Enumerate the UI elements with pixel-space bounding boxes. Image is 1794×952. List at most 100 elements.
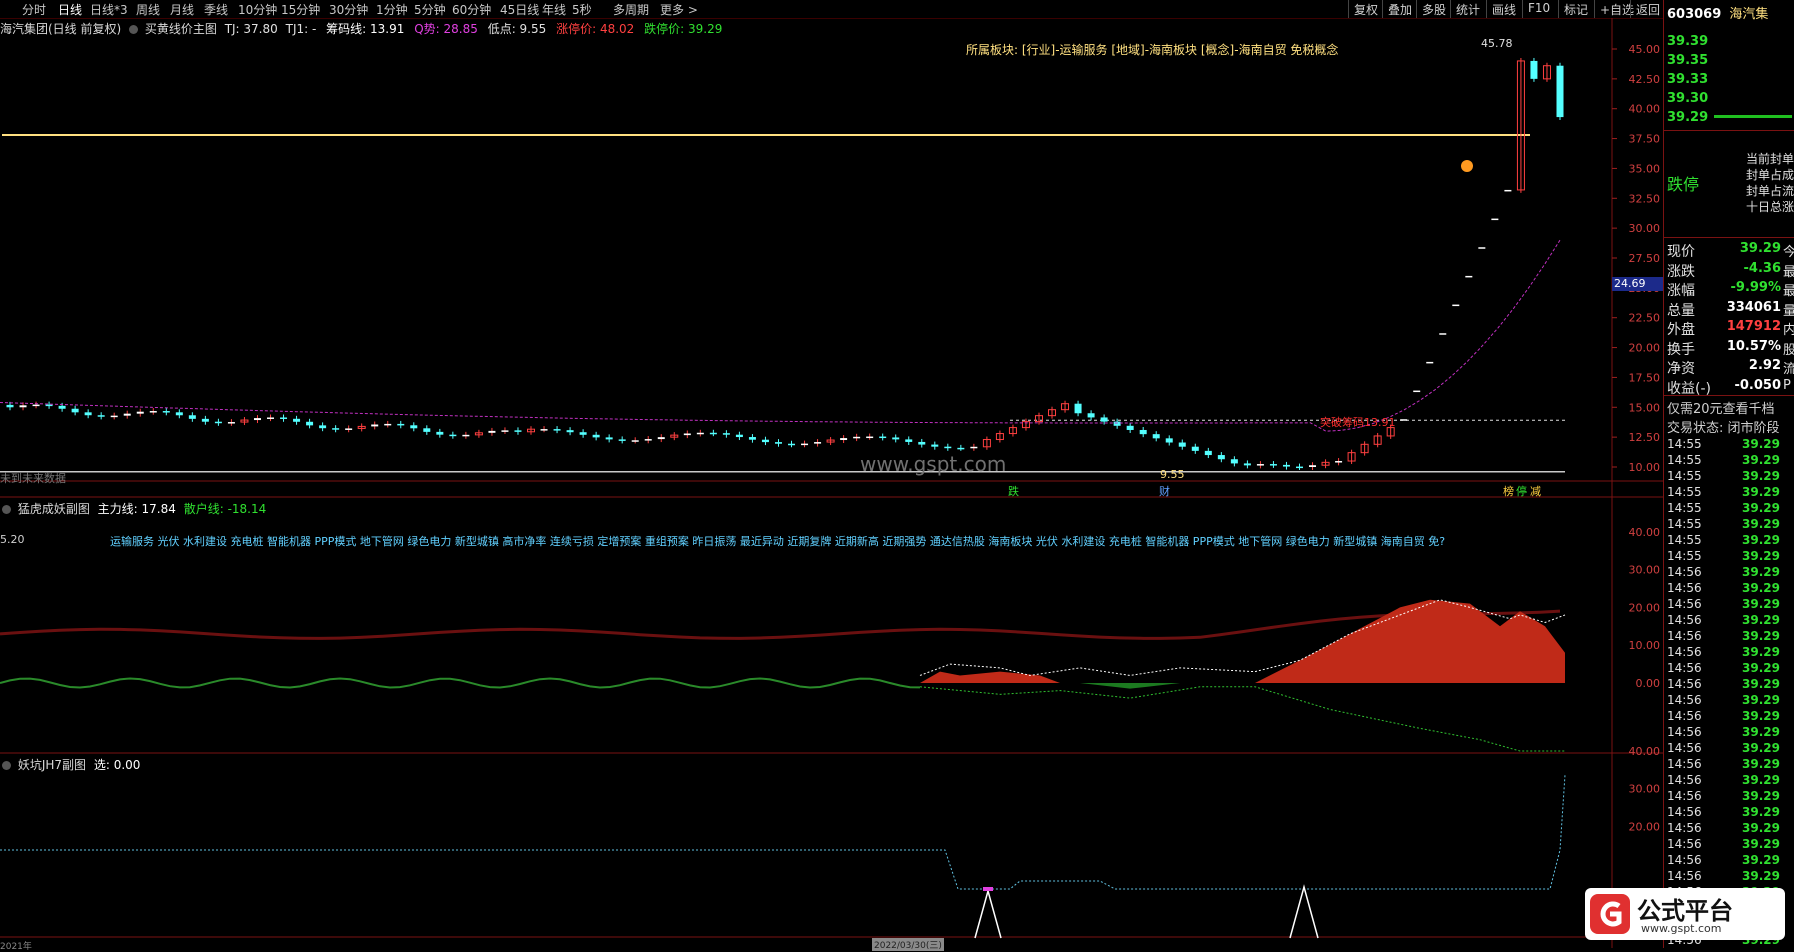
price-axis-label: 27.50 — [1629, 252, 1661, 265]
candle-body — [110, 415, 118, 418]
event-mark-drop[interactable]: 跌 — [1008, 483, 1019, 499]
quote-extra: 最 — [1783, 280, 1794, 299]
candle-body — [1074, 403, 1082, 414]
tick-time: 14:56 — [1667, 709, 1702, 723]
period-tab-13[interactable]: 年线 — [542, 1, 566, 18]
period-tab-12[interactable]: 45日线 — [500, 1, 539, 18]
toolbar-button-7[interactable]: +自选 — [1594, 0, 1634, 18]
bottom-date-label: 2022/03/30(三) — [872, 938, 944, 951]
toolbar-button-0[interactable]: 复权 — [1348, 0, 1383, 18]
candle-body — [1282, 464, 1290, 467]
tick-time: 14:56 — [1667, 661, 1702, 675]
candle-body — [136, 411, 144, 414]
candle-body — [1100, 417, 1108, 422]
toolbar-button-6[interactable]: 标记 — [1558, 0, 1595, 18]
event-mark-halt[interactable]: 停 — [1516, 483, 1527, 499]
candle-body — [1491, 218, 1499, 221]
candle-body — [814, 442, 822, 444]
indicator-dropdown-icon[interactable] — [129, 25, 139, 34]
quote-value: 39.29 — [1739, 241, 1781, 256]
subchart2-title[interactable]: 妖坑JH7副图 — [18, 758, 86, 772]
tick-time: 14:56 — [1667, 757, 1702, 771]
candle-body — [631, 440, 639, 442]
price-axis-label: 42.50 — [1629, 73, 1661, 86]
period-tab-1[interactable]: 日线 — [58, 1, 82, 18]
promo-text[interactable]: 仅需20元查看千档 — [1667, 398, 1775, 417]
candle-body — [1230, 459, 1238, 464]
period-tab-16[interactable]: 更多 > — [660, 1, 698, 18]
toolbar-button-5[interactable]: F10 — [1522, 0, 1559, 18]
candle-body — [944, 446, 952, 449]
seal-line: 封单占流 — [1746, 184, 1794, 198]
period-tab-15[interactable]: 多周期 — [613, 1, 649, 18]
tick-time: 14:56 — [1667, 725, 1702, 739]
event-mark-rank[interactable]: 榜 — [1503, 483, 1514, 499]
period-tab-7[interactable]: 15分钟 — [281, 1, 320, 18]
period-tab-6[interactable]: 10分钟 — [238, 1, 277, 18]
tick-price: 39.29 — [1742, 725, 1780, 739]
quote-value: 10.57% — [1726, 338, 1781, 354]
tick-price: 39.29 — [1742, 629, 1780, 643]
event-mark-finance[interactable]: 财 — [1159, 483, 1170, 499]
logo-text: 公式平台 — [1637, 897, 1733, 925]
candle-body — [397, 423, 405, 426]
tick-price: 39.29 — [1742, 533, 1780, 547]
tick-time: 14:56 — [1667, 645, 1702, 659]
period-tab-3[interactable]: 周线 — [136, 1, 160, 18]
subchart1-title[interactable]: 猛虎成妖副图 — [18, 502, 90, 516]
candle-body — [175, 412, 183, 416]
tick-time: 14:56 — [1667, 629, 1702, 643]
retail-line — [0, 677, 921, 689]
subchart1-left-value: 5.20 — [0, 533, 25, 546]
subchart2-dropdown-icon[interactable] — [2, 761, 11, 770]
event-mark-reduce[interactable]: 减 — [1530, 483, 1541, 499]
period-tab-9[interactable]: 1分钟 — [376, 1, 408, 18]
tick-time: 14:55 — [1667, 469, 1702, 483]
price-axis-label: 32.50 — [1629, 192, 1661, 205]
period-tab-10[interactable]: 5分钟 — [414, 1, 446, 18]
period-tab-5[interactable]: 季线 — [204, 1, 228, 18]
toolbar-button-1[interactable]: 叠加 — [1382, 0, 1417, 18]
tick-price: 39.29 — [1742, 581, 1780, 595]
tick-time: 14:56 — [1667, 821, 1702, 835]
price-axis-label: 17.50 — [1629, 371, 1661, 384]
candle-body — [566, 430, 574, 433]
period-toolbar: 分时 日线 日线*3 周线 月线 季线 10分钟 15分钟 30分钟 1分钟 5分钟 60分钟 45日线… — [0, 0, 1794, 19]
toolbar-button-4[interactable]: 画线 — [1486, 0, 1523, 18]
subchart1-dropdown-icon[interactable] — [2, 505, 11, 514]
toolbar-button-8[interactable]: 返回 — [1630, 0, 1664, 18]
sub1-axis-label: 0.00 — [1636, 677, 1661, 690]
toolbar-button-2[interactable]: 多股 — [1416, 0, 1451, 18]
tick-time: 14:55 — [1667, 437, 1702, 451]
toolbar-button-3[interactable]: 统计 — [1450, 0, 1487, 18]
quote-value: 147912 — [1726, 319, 1781, 334]
tick-time: 14:56 — [1667, 741, 1702, 755]
period-tab-11[interactable]: 60分钟 — [452, 1, 491, 18]
period-tab-0[interactable]: 分时 — [22, 1, 46, 18]
quote-row: 总量 334061量 — [1664, 299, 1794, 319]
quote-extra: 流 — [1783, 358, 1794, 377]
select-value: 选: 0.00 — [93, 758, 141, 772]
low-price-label: 9.55 — [1160, 468, 1185, 481]
strength-value: Q势: 28.85 — [414, 22, 478, 36]
candle-body — [84, 412, 92, 416]
candle-body — [1113, 421, 1121, 426]
period-tab-14[interactable]: 5秒 — [572, 1, 592, 18]
tick-price: 39.29 — [1742, 805, 1780, 819]
tick-time: 14:56 — [1667, 773, 1702, 787]
tick-time: 14:56 — [1667, 869, 1702, 883]
candle-body — [788, 443, 796, 446]
kline-chart-area[interactable]: 45.00 42.50 40.00 37.50 35.00 32.50 30.00 27.50… — [0, 18, 1663, 948]
period-tab-8[interactable]: 30分钟 — [329, 1, 368, 18]
quote-label: 现价 — [1667, 244, 1695, 260]
candle-body — [1465, 275, 1473, 278]
order-book-level: 39.33 — [1667, 72, 1709, 87]
candle-body — [32, 404, 40, 407]
period-tab-4[interactable]: 月线 — [170, 1, 194, 18]
period-tab-2[interactable]: 日线*3 — [90, 1, 128, 18]
indicator-name[interactable]: 买黄线价主图 — [145, 22, 217, 36]
tick-time: 14:55 — [1667, 517, 1702, 531]
quote-row: 换手 10.57%股 — [1664, 338, 1794, 358]
sub2-axis-label: 30.00 — [1629, 783, 1661, 796]
candle-body — [345, 428, 353, 430]
